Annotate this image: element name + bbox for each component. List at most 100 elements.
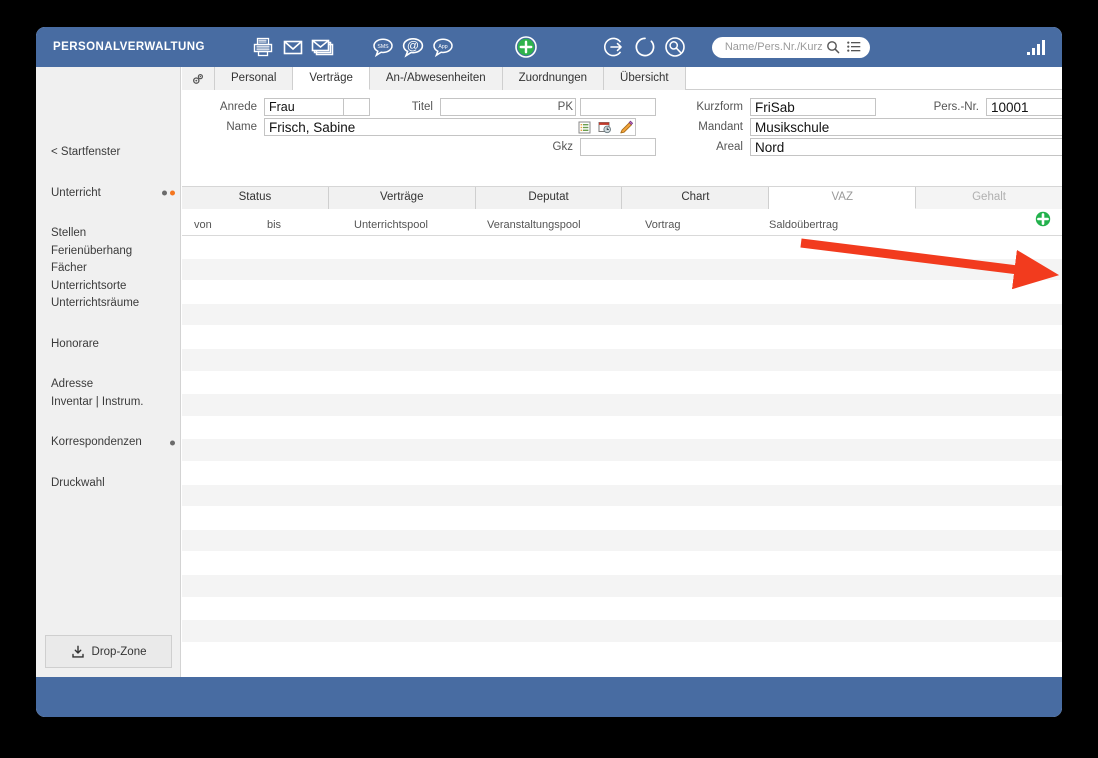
list-icon[interactable] (847, 41, 861, 53)
subtab-vertraege[interactable]: Verträge (328, 187, 476, 209)
sidebar: < Startfenster Unterricht Stellen Ferien… (36, 67, 181, 677)
table-row[interactable] (182, 326, 1062, 349)
app-header-bar: PERSONALVERWALTUNG SMS @ App Name/Pers.N… (36, 27, 1062, 67)
tab-uebersicht[interactable]: Übersicht (604, 67, 686, 90)
table-row[interactable] (182, 348, 1062, 372)
anrede-field[interactable] (264, 98, 344, 116)
svg-text:App: App (438, 44, 447, 50)
gkz-field[interactable] (580, 138, 656, 156)
sidebar-item-label: Inventar | Instrum. (51, 395, 144, 408)
anrede-code-field[interactable] (344, 98, 370, 116)
grid-body (182, 236, 1062, 643)
kurzform-field[interactable] (750, 98, 876, 116)
envelope-icon[interactable] (278, 32, 308, 62)
login-arrow-circle-icon[interactable] (600, 32, 630, 62)
svg-text:SMS: SMS (377, 44, 389, 50)
sidebar-back-label: < Startfenster (51, 146, 121, 158)
record-form: Anrede Titel PK Kurzform Pers.-Nr. (182, 90, 1062, 187)
header-add-group (511, 32, 541, 62)
sidebar-item-korrespondenzen[interactable]: Korrespondenzen (36, 434, 180, 452)
table-row[interactable] (182, 598, 1062, 621)
sidebar-item-faecher[interactable]: Fächer (36, 260, 180, 278)
sidebar-item-label: Fächer (51, 262, 87, 274)
table-row[interactable] (182, 574, 1062, 598)
sidebar-item-label: Unterricht (51, 186, 101, 199)
mandant-field[interactable] (750, 118, 1062, 136)
areal-label: Areal (716, 141, 743, 153)
table-row[interactable] (182, 236, 1062, 259)
table-row[interactable] (182, 303, 1062, 327)
svg-text:@: @ (407, 39, 419, 53)
table-row[interactable] (182, 462, 1062, 485)
table-row[interactable] (182, 394, 1062, 417)
add-circle-icon[interactable] (511, 32, 541, 62)
search-circle-icon[interactable] (660, 32, 690, 62)
subtab-deputat[interactable]: Deputat (475, 187, 623, 209)
tab-zuordnungen[interactable]: Zuordnungen (502, 67, 605, 90)
calendar-icon[interactable] (598, 120, 612, 134)
sidebar-item-unterrichtsorte[interactable]: Unterrichtsorte (36, 278, 180, 296)
download-tray-icon (71, 645, 85, 659)
pencil-icon[interactable] (619, 120, 634, 135)
sidebar-back-startfenster[interactable]: < Startfenster (36, 144, 180, 162)
kurzform-label: Kurzform (696, 101, 743, 113)
sidebar-item-druckwahl[interactable]: Druckwahl (36, 475, 180, 493)
sidebar-item-stellen[interactable]: Stellen (36, 225, 180, 243)
table-row[interactable] (182, 281, 1062, 304)
subtab-vaz[interactable]: VAZ (769, 187, 917, 209)
sidebar-status-dots (170, 440, 175, 446)
table-row[interactable] (182, 620, 1062, 643)
table-row[interactable] (182, 507, 1062, 530)
sidebar-item-ferienueberhang[interactable]: Ferienüberhang (36, 243, 180, 261)
list-lines-icon[interactable] (578, 121, 591, 134)
sidebar-item-unterricht[interactable]: Unterricht (36, 185, 180, 203)
refresh-circle-icon[interactable] (630, 32, 660, 62)
add-row-button[interactable] (1035, 211, 1051, 232)
table-row[interactable] (182, 417, 1062, 440)
subtab-gehalt[interactable]: Gehalt (916, 187, 1062, 209)
tab-personal[interactable]: Personal (215, 67, 294, 90)
sms-bubble-icon[interactable]: SMS (368, 32, 398, 62)
app-bubble-icon[interactable]: App (428, 32, 458, 62)
tab-vertraege[interactable]: Verträge (293, 67, 370, 90)
main-content: Personal Verträge An-/Abwesenheiten Zuor… (182, 67, 1062, 677)
app-footer-bar (36, 677, 1062, 717)
drop-zone[interactable]: Drop-Zone (45, 635, 172, 668)
search-box[interactable] (711, 36, 870, 58)
subtab-label: Status (238, 191, 272, 203)
envelope-stack-icon[interactable] (308, 32, 338, 62)
sidebar-item-honorare[interactable]: Honorare (36, 336, 180, 354)
tab-an-abwesenheiten[interactable]: An-/Abwesenheiten (369, 67, 503, 90)
subtab-status[interactable]: Status (182, 187, 329, 209)
sidebar-item-label: Korrespondenzen (51, 436, 142, 448)
sidebar-item-inventar-instrum[interactable]: Inventar | Instrum. (36, 394, 180, 412)
printer-icon[interactable] (248, 32, 278, 62)
pk-field[interactable] (580, 98, 656, 116)
table-row[interactable] (182, 372, 1062, 395)
search-input[interactable] (724, 41, 824, 53)
grid-column-header: von bis Unterrichtspool Veranstaltungspo… (182, 209, 1062, 236)
table-row[interactable] (182, 529, 1062, 553)
persnr-label: Pers.-Nr. (933, 101, 979, 113)
column-von: von (194, 219, 212, 231)
subtab-label: Chart (681, 191, 710, 203)
mandant-label: Mandant (698, 121, 743, 133)
persnr-field[interactable] (986, 98, 1062, 116)
sidebar-item-adresse[interactable]: Adresse (36, 376, 180, 394)
gear-icon[interactable] (182, 67, 215, 90)
table-row[interactable] (182, 439, 1062, 462)
subtab-chart[interactable]: Chart (622, 187, 770, 209)
column-saldouebertrag: Saldoübertrag (769, 219, 839, 231)
sidebar-status-dots (162, 190, 175, 196)
magnifier-icon[interactable] (826, 40, 840, 54)
table-row[interactable] (182, 484, 1062, 508)
table-row[interactable] (182, 552, 1062, 575)
name-field-icons (578, 120, 634, 135)
sidebar-item-label: Druckwahl (51, 476, 105, 489)
sidebar-item-unterrichtsraeume[interactable]: Unterrichtsräume (36, 295, 180, 313)
areal-field[interactable] (750, 138, 1062, 156)
table-row[interactable] (182, 258, 1062, 282)
at-bubble-icon[interactable]: @ (398, 32, 428, 62)
